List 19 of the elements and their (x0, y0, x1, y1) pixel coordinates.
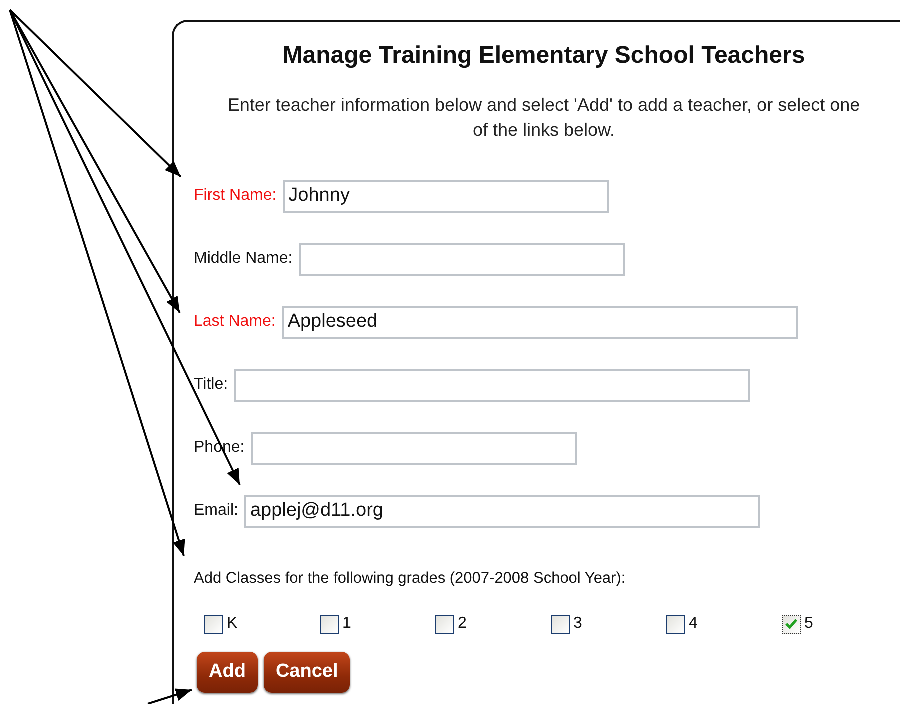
checkbox-label: 5 (804, 614, 814, 634)
checkbox-label: 3 (574, 614, 582, 634)
field-label: Title: (194, 375, 228, 396)
checkbox-label: 4 (689, 614, 698, 634)
grades-label: Add Classes for the following grades (2007-2008 School Year): (194, 568, 627, 589)
instructions-text: Enter teacher information below and select 'Add' to add a teacher, or select one of the links below. (226, 94, 862, 142)
field-label: Last Name: (194, 312, 276, 332)
field-label: First Name: (194, 186, 277, 206)
form-button[interactable]: Cancel (264, 652, 350, 693)
field-label: Middle Name: (194, 249, 293, 270)
text-field[interactable]: Johnny (282, 180, 609, 213)
checkbox-label: 1 (342, 614, 352, 634)
checkbox-label: 2 (458, 614, 467, 634)
page-title: Manage Training Elementary School Teachers (282, 42, 806, 71)
text-field[interactable]: Appleseed (282, 306, 798, 339)
checkbox-label: K (227, 614, 238, 634)
text-field[interactable]: applej@d11.org (244, 494, 760, 528)
field-label: Email: (194, 501, 238, 522)
form-button[interactable]: Add (197, 652, 258, 693)
